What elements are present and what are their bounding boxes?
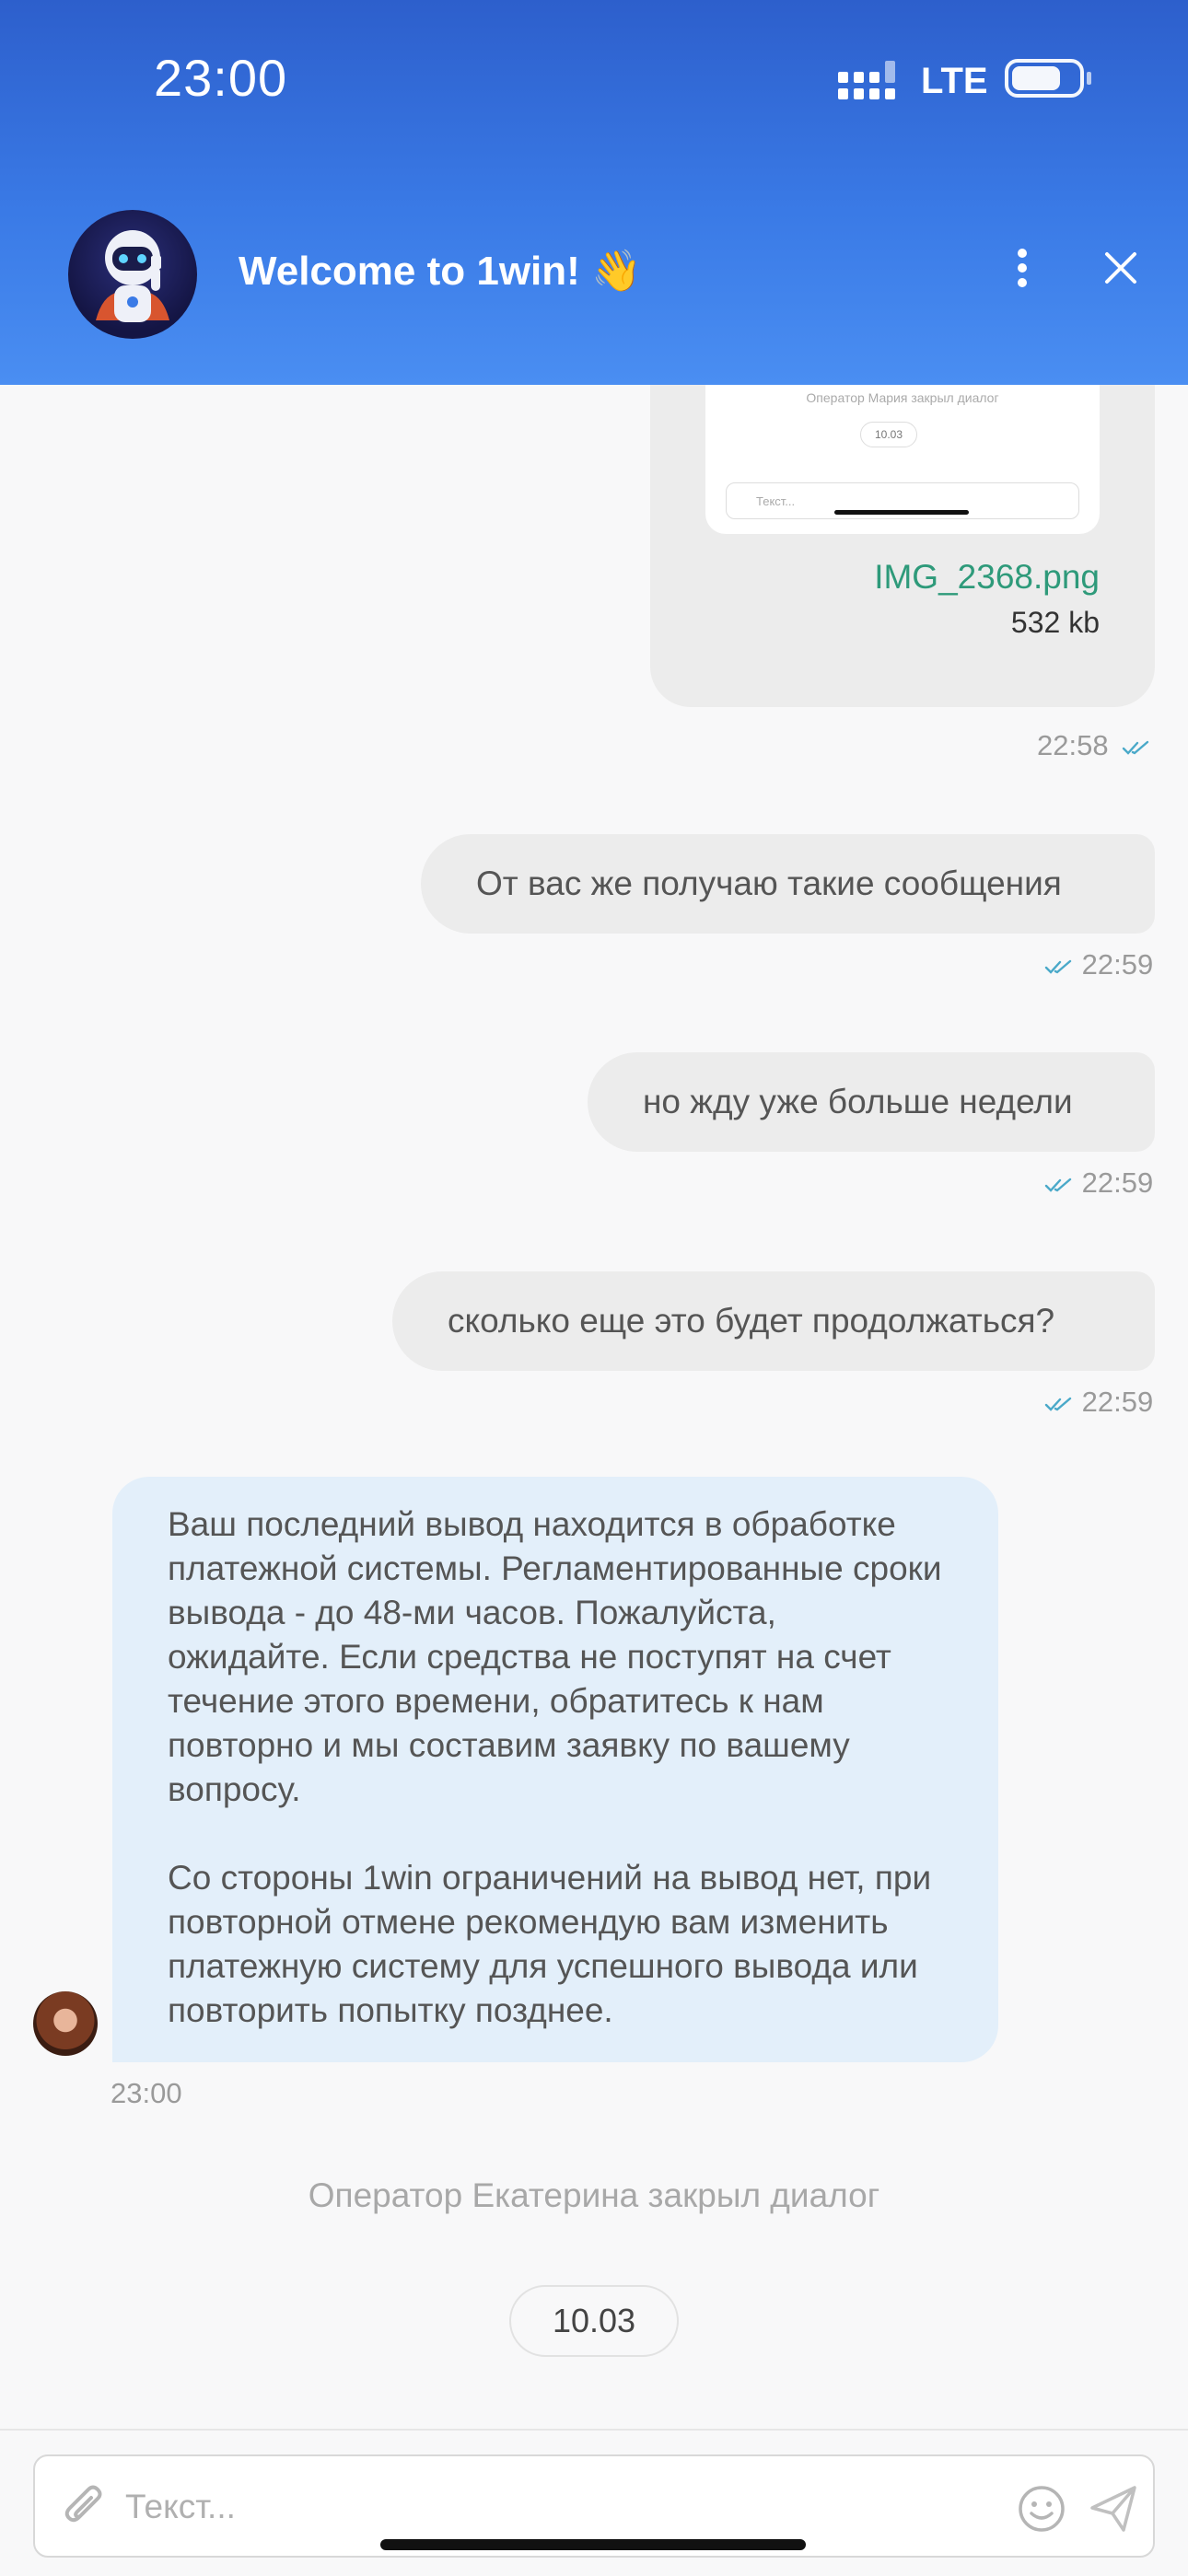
outgoing-message[interactable]: но жду уже больше недели <box>588 1052 1155 1152</box>
time-text: 22:59 <box>1081 1166 1154 1199</box>
more-dot <box>1018 263 1027 273</box>
time-text: 22:59 <box>1081 948 1154 981</box>
agent-message-time: 23:00 <box>111 2077 182 2109</box>
message-time: 22:59 <box>1044 948 1153 981</box>
message-text: От вас же получаю такие сообщения <box>476 864 1062 902</box>
message-time: 22:59 <box>1044 1386 1153 1419</box>
signal-icon <box>838 61 895 99</box>
message-input[interactable] <box>123 2475 956 2539</box>
file-size: 532 kb <box>1010 606 1100 639</box>
send-icon[interactable] <box>1087 2482 1140 2535</box>
thumb-caption: Оператор Мария закрыл диалог <box>806 390 999 405</box>
battery-icon <box>1005 59 1091 98</box>
status-time: 23:00 <box>154 49 288 107</box>
header-title: Welcome to 1win! 👋 <box>239 249 642 294</box>
time-text: 22:59 <box>1081 1386 1154 1418</box>
image-thumbnail[interactable]: Оператор Мария закрыл диалог 10.03 Текст… <box>705 385 1100 534</box>
more-dot <box>1018 278 1027 287</box>
outgoing-message[interactable]: От вас же получаю такие сообщения <box>421 834 1155 934</box>
read-check-icon <box>1123 740 1149 755</box>
thumb-date: 10.03 <box>860 422 917 447</box>
message-text: но жду уже больше недели <box>643 1083 1073 1120</box>
paperclip-icon[interactable] <box>59 2482 111 2534</box>
agent-message[interactable]: Ваш последний вывод находится в обработк… <box>112 1477 998 2062</box>
message-time: 22:58 <box>1037 729 1151 762</box>
more-dot <box>1018 249 1027 258</box>
read-check-icon <box>1044 1178 1072 1192</box>
agent-paragraph: Со стороны 1win ограничений на вывод нет… <box>168 1859 932 2029</box>
outgoing-message[interactable]: сколько еще это будет продолжаться? <box>392 1271 1155 1371</box>
chat-header: 23:00 LTE Welcome to 1win! 👋 <box>0 0 1188 385</box>
message-text: сколько еще это будет продолжаться? <box>448 1302 1055 1340</box>
more-menu-button[interactable] <box>1006 243 1039 298</box>
system-message: Оператор Екатерина закрыл диалог <box>308 2176 880 2214</box>
time-text: 22:58 <box>1037 729 1109 761</box>
message-time: 22:59 <box>1044 1166 1153 1200</box>
agent-paragraph: Ваш последний вывод находится в обработк… <box>168 1505 942 1808</box>
astronaut-icon <box>96 230 169 322</box>
network-type: LTE <box>921 61 988 101</box>
read-check-icon <box>1044 1397 1072 1411</box>
read-check-icon <box>1044 959 1072 974</box>
thumb-home-bar <box>834 510 969 515</box>
close-icon[interactable] <box>1101 249 1140 287</box>
date-divider: 10.03 <box>509 2285 679 2357</box>
operator-avatar <box>33 1991 98 2056</box>
home-indicator <box>380 2539 806 2550</box>
file-name-link[interactable]: IMG_2368.png <box>874 558 1100 597</box>
image-message[interactable]: Оператор Мария закрыл диалог 10.03 Текст… <box>650 385 1155 707</box>
bot-avatar <box>68 210 197 339</box>
emoji-icon[interactable] <box>1017 2484 1066 2534</box>
